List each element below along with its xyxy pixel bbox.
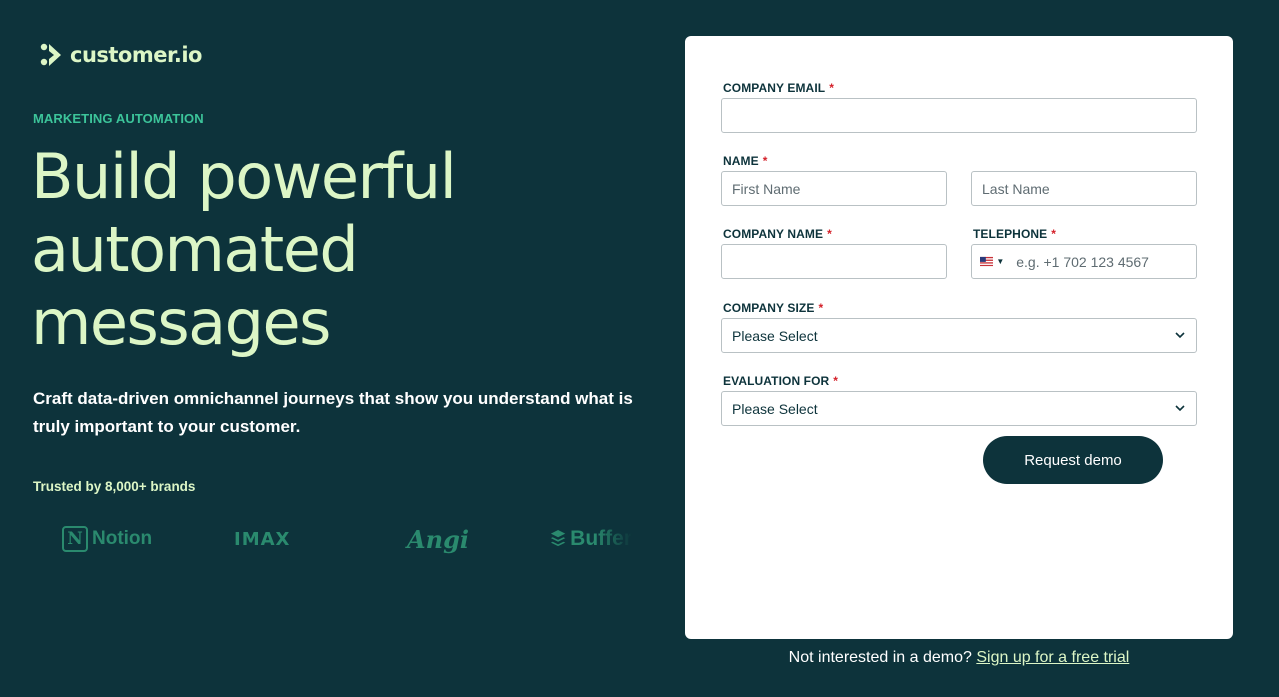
evaluation-for-select[interactable]: Please Select bbox=[721, 391, 1197, 426]
hero-subheading: Craft data-driven omnichannel journeys t… bbox=[33, 389, 633, 436]
headline-line-1: Build powerful bbox=[31, 140, 457, 213]
company-email-input[interactable] bbox=[732, 107, 1196, 124]
company-size-label: COMPANY SIZE * bbox=[723, 301, 823, 315]
us-flag-icon[interactable] bbox=[980, 256, 994, 267]
first-name-input[interactable] bbox=[732, 180, 946, 197]
free-trial-note: Not interested in a demo? Sign up for a … bbox=[685, 649, 1233, 667]
telephone-field[interactable]: ▼ bbox=[971, 244, 1197, 279]
required-marker: * bbox=[829, 81, 834, 95]
brand-logo[interactable]: customer.io bbox=[40, 42, 202, 68]
company-email-field[interactable] bbox=[721, 98, 1197, 133]
logo-text: customer.io bbox=[70, 43, 202, 67]
company-name-label: COMPANY NAME * bbox=[723, 227, 832, 241]
brand-name-buffer: Buffer bbox=[570, 527, 632, 550]
name-label-text: NAME bbox=[723, 154, 759, 168]
last-name-input[interactable] bbox=[982, 180, 1196, 197]
required-marker: * bbox=[818, 301, 824, 315]
demo-request-form: COMPANY EMAIL* NAME* COMPANY NAME* TELEP… bbox=[685, 36, 1233, 639]
brand-logo-imax: IMAX bbox=[234, 522, 290, 556]
last-name-field[interactable] bbox=[971, 171, 1197, 206]
required-marker: * bbox=[833, 374, 839, 388]
trusted-by-text: Trusted by 8,000+ brands bbox=[33, 479, 196, 494]
telephone-label-text: TELEPHONE bbox=[973, 227, 1048, 241]
chevron-down-icon bbox=[1175, 405, 1185, 412]
chevron-down-icon bbox=[1175, 332, 1185, 339]
brand-name-notion: Notion bbox=[92, 528, 153, 549]
country-dropdown-caret-icon[interactable]: ▼ bbox=[996, 257, 1004, 266]
telephone-input[interactable] bbox=[1016, 253, 1196, 270]
headline-line-3: messages bbox=[31, 286, 331, 359]
company-size-label-text: COMPANY SIZE bbox=[723, 301, 815, 315]
company-email-label-text: COMPANY EMAIL bbox=[723, 81, 826, 95]
brand-name-imax: IMAX bbox=[234, 528, 291, 550]
brand-name-angi: Angi bbox=[407, 524, 469, 554]
required-marker: * bbox=[1051, 227, 1057, 241]
brand-logo-buffer: Buffer bbox=[550, 522, 632, 556]
free-trial-link[interactable]: Sign up for a free trial bbox=[976, 649, 1129, 666]
required-marker: * bbox=[762, 154, 768, 168]
headline-line-2: automated bbox=[31, 213, 359, 286]
buffer-stack-icon bbox=[550, 530, 566, 547]
brand-logo-notion: N Notion bbox=[62, 522, 152, 556]
name-label: NAME * bbox=[723, 154, 768, 168]
section-eyebrow: MARKETING AUTOMATION bbox=[33, 111, 204, 126]
company-name-label-text: COMPANY NAME bbox=[723, 227, 824, 241]
company-email-label: COMPANY EMAIL * bbox=[723, 81, 834, 95]
customer-io-logo-icon bbox=[40, 43, 61, 66]
company-size-selected: Please Select bbox=[732, 327, 818, 344]
notion-icon: N bbox=[62, 526, 88, 552]
page-headline: Build powerful automated messages bbox=[31, 140, 651, 359]
brand-logo-angi: Angi bbox=[407, 522, 469, 556]
telephone-label: TELEPHONE * bbox=[973, 227, 1056, 241]
company-name-input[interactable] bbox=[732, 253, 946, 270]
required-marker: * bbox=[827, 227, 832, 241]
evaluation-for-label-text: EVALUATION FOR bbox=[723, 374, 830, 388]
evaluation-for-selected: Please Select bbox=[732, 400, 818, 417]
company-name-field[interactable] bbox=[721, 244, 947, 279]
request-demo-button[interactable]: Request demo bbox=[983, 436, 1163, 484]
evaluation-for-label: EVALUATION FOR * bbox=[723, 374, 838, 388]
free-trial-prefix: Not interested in a demo? bbox=[788, 649, 972, 666]
company-size-select[interactable]: Please Select bbox=[721, 318, 1197, 353]
first-name-field[interactable] bbox=[721, 171, 947, 206]
